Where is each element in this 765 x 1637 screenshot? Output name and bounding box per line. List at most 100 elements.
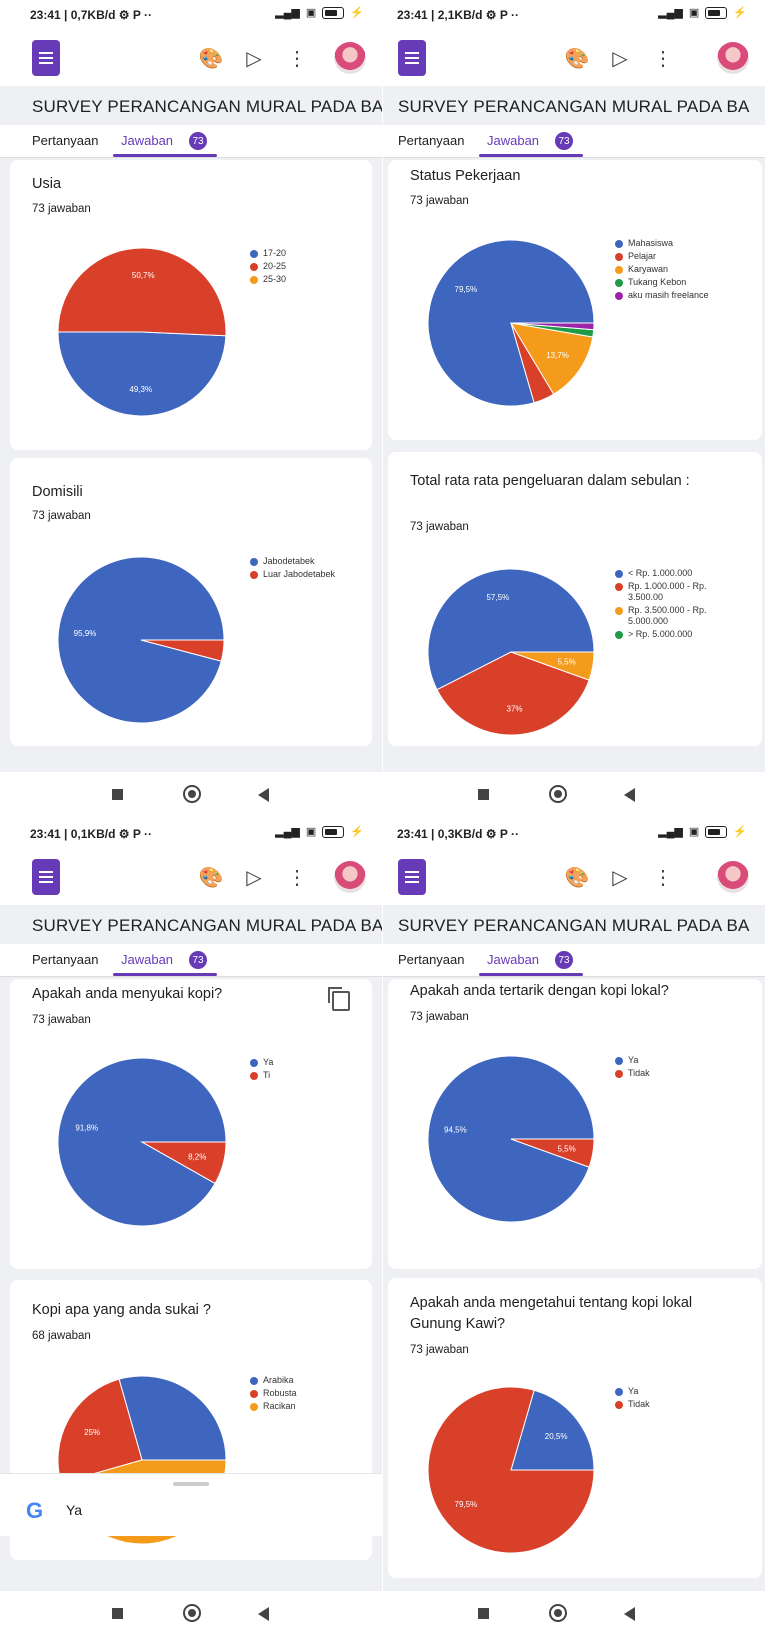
legend-item[interactable]: Tidak: [615, 1399, 650, 1410]
app-bar: 🎨 ▷ ⋮: [0, 30, 382, 86]
tab-indicator: [479, 973, 583, 976]
legend-item[interactable]: Ya: [615, 1386, 650, 1397]
legend-item[interactable]: Pelajar: [615, 251, 709, 262]
drag-handle[interactable]: [173, 1482, 209, 1486]
phone-screen-3: 23:41 | 0,1KB/d ⚙ P ·· ▂▄▆ ▣ ⚡ 🎨 ▷ ⋮ SURVE…: [0, 819, 382, 1637]
responses-count-badge: 73: [189, 132, 207, 150]
legend-item[interactable]: Luar Jabodetabek: [250, 569, 335, 580]
tab-questions[interactable]: Pertanyaan: [398, 133, 465, 148]
more-vert-icon[interactable]: ⋮: [283, 44, 311, 72]
responses-count-badge: 73: [189, 951, 207, 969]
palette-icon[interactable]: 🎨: [197, 863, 225, 891]
recents-icon[interactable]: [112, 1608, 123, 1619]
recents-icon[interactable]: [112, 789, 123, 800]
home-icon[interactable]: [183, 1604, 201, 1622]
legend-label: Karyawan: [628, 264, 669, 274]
legend-label: < Rp. 1.000.000: [628, 568, 693, 578]
pie-slice-17-20[interactable]: [57, 331, 227, 417]
tab-responses[interactable]: Jawaban: [487, 952, 539, 967]
form-title: SURVEY PERANCANGAN MURAL PADA BA: [398, 916, 750, 935]
legend-swatch: [615, 265, 623, 274]
system-nav-bar: [0, 1591, 382, 1637]
charging-icon: ⚡: [350, 7, 364, 19]
google-suggestion-bar[interactable]: G Ya: [0, 1473, 382, 1536]
legend-item[interactable]: Tukang Kebon: [615, 277, 709, 288]
home-icon[interactable]: [549, 785, 567, 803]
back-icon[interactable]: [258, 788, 269, 802]
recents-icon[interactable]: [478, 1608, 489, 1619]
legend-item[interactable]: Racikan: [250, 1401, 297, 1412]
legend-item[interactable]: Ya: [615, 1055, 650, 1066]
legend-label: Ya: [628, 1386, 639, 1396]
avatar[interactable]: [717, 861, 749, 893]
legend-item[interactable]: Arabika: [250, 1375, 297, 1386]
legend-item[interactable]: 17-20: [250, 248, 286, 259]
legend-swatch: [615, 1400, 623, 1409]
legend-label: Mahasiswa: [628, 238, 674, 248]
back-icon[interactable]: [624, 1607, 635, 1621]
battery-icon: [322, 6, 345, 19]
avatar[interactable]: [334, 42, 366, 74]
app-bar: 🎨 ▷ ⋮: [383, 849, 765, 905]
forms-logo-icon[interactable]: [398, 40, 426, 76]
tab-questions[interactable]: Pertanyaan: [398, 952, 465, 967]
back-icon[interactable]: [258, 1607, 269, 1621]
tab-questions[interactable]: Pertanyaan: [32, 952, 99, 967]
legend-item[interactable]: 20-25: [250, 261, 286, 272]
legend-item[interactable]: Karyawan: [615, 264, 709, 275]
forms-logo-icon[interactable]: [32, 40, 60, 76]
send-icon[interactable]: ▷: [606, 863, 634, 891]
more-vert-icon[interactable]: ⋮: [283, 863, 311, 891]
more-vert-icon[interactable]: ⋮: [649, 863, 677, 891]
legend-label: 25-30: [263, 274, 287, 284]
send-icon[interactable]: ▷: [240, 863, 268, 891]
legend-item[interactable]: Rp. 3.500.000 - Rp. 5.000.000: [615, 605, 725, 627]
legend-label: Ya: [263, 1057, 274, 1067]
legend-item[interactable]: Robusta: [250, 1388, 297, 1399]
palette-icon[interactable]: 🎨: [197, 44, 225, 72]
palette-icon[interactable]: 🎨: [563, 44, 591, 72]
chart-legend: Mahasiswa Pelajar Karyawan Tukang Kebon aku …: [615, 238, 709, 303]
pie-chart: 94,5% 5,5%: [427, 1055, 595, 1223]
legend-item[interactable]: < Rp. 1.000.000: [615, 568, 725, 579]
tab-responses[interactable]: Jawaban: [121, 952, 173, 967]
tab-questions[interactable]: Pertanyaan: [32, 133, 99, 148]
google-logo-icon: G: [26, 1498, 44, 1523]
legend-item[interactable]: Ya: [250, 1057, 273, 1068]
avatar[interactable]: [334, 861, 366, 893]
send-icon[interactable]: ▷: [240, 44, 268, 72]
legend-swatch: [615, 239, 623, 248]
legend-swatch: [250, 1376, 258, 1385]
legend-swatch: [615, 1387, 623, 1396]
tab-responses[interactable]: Jawaban: [121, 133, 173, 148]
pie-slice-20-25[interactable]: [57, 247, 227, 337]
recents-icon[interactable]: [478, 789, 489, 800]
google-suggestion-text[interactable]: Ya: [66, 1502, 82, 1518]
legend-item[interactable]: Rp. 1.000.000 - Rp. 3.500.00: [615, 581, 725, 603]
back-icon[interactable]: [624, 788, 635, 802]
forms-logo-icon[interactable]: [32, 859, 60, 895]
legend-swatch: [250, 1071, 258, 1080]
home-icon[interactable]: [549, 1604, 567, 1622]
tab-responses[interactable]: Jawaban: [487, 133, 539, 148]
legend-item[interactable]: 25-30: [250, 274, 286, 285]
legend-item[interactable]: Ti: [250, 1070, 273, 1081]
home-icon[interactable]: [183, 785, 201, 803]
legend-label: aku masih freelance: [628, 290, 709, 300]
more-vert-icon[interactable]: ⋮: [649, 44, 677, 72]
legend-item[interactable]: > Rp. 5.000.000: [615, 629, 725, 640]
legend-item[interactable]: Mahasiswa: [615, 238, 709, 249]
legend-item[interactable]: aku masih freelance: [615, 290, 709, 301]
legend-swatch: [615, 582, 623, 591]
legend-item[interactable]: Tidak: [615, 1068, 650, 1079]
chart-legend: Ya Tidak: [615, 1055, 650, 1081]
avatar[interactable]: [717, 42, 749, 74]
legend-label: Tukang Kebon: [628, 277, 687, 287]
send-icon[interactable]: ▷: [606, 44, 634, 72]
question-card: Apakah anda tertarik dengan kopi lokal? …: [388, 979, 762, 1269]
pie-value-label: 95,9%: [74, 629, 97, 638]
wifi-icon: ▣: [688, 7, 700, 19]
legend-item[interactable]: Jabodetabek: [250, 556, 335, 567]
palette-icon[interactable]: 🎨: [563, 863, 591, 891]
forms-logo-icon[interactable]: [398, 859, 426, 895]
